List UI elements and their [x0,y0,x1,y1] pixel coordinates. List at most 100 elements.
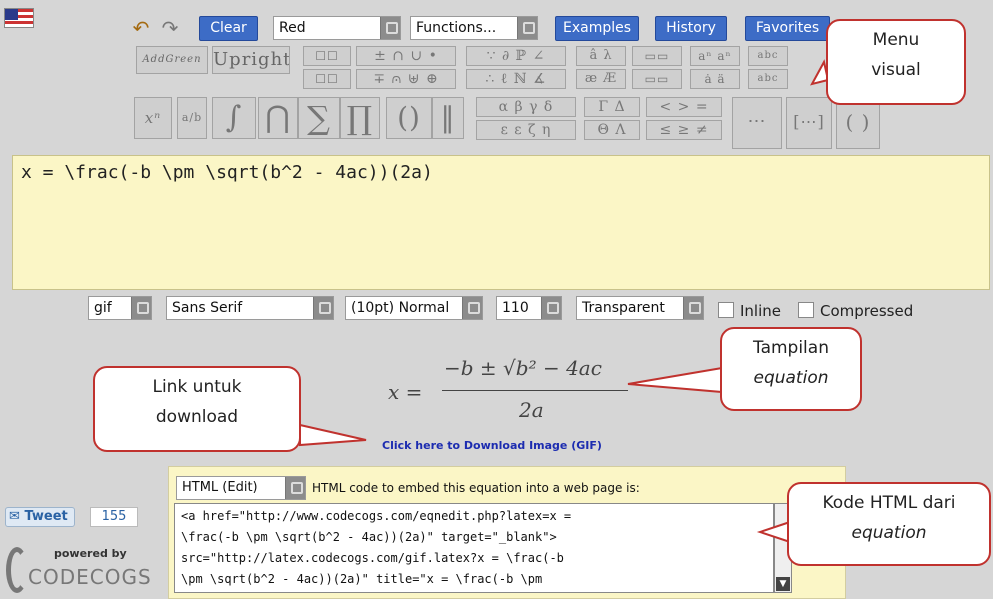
inline-checkbox[interactable] [718,302,734,318]
link-callout: Link untuk download [93,366,301,452]
menu-callout-line2: visual [871,60,921,80]
brackets-button[interactable]: () [386,97,432,139]
kode-callout-line1: Kode HTML dari [822,493,956,513]
bars-button[interactable]: ‖ [432,97,464,139]
twitter-bird-icon: ✉ [9,509,20,524]
greek-lower-row1[interactable]: α β γ δ [476,97,576,117]
kode-callout-line2: equation [851,523,927,543]
sum-button[interactable]: ∑ [298,97,340,139]
examples-button[interactable]: Examples [555,16,639,41]
layout-palette-row2[interactable]: ☐☐ [303,69,351,89]
codecogs-c-icon [6,547,28,593]
product-button[interactable]: ∏ [340,97,380,139]
chevron-down-icon [313,297,333,319]
compressed-label: Compressed [820,302,914,320]
history-button[interactable]: History [655,16,727,41]
tweet-button[interactable]: ✉ Tweet [5,507,75,527]
greek-lower-row2[interactable]: ε ε ζ η [476,120,576,140]
tweet-label: Tweet [24,509,68,524]
embed-type-select[interactable]: HTML (Edit) [176,476,306,500]
scroll-down-icon[interactable]: ▼ [776,577,790,591]
format-select[interactable]: gif [88,296,152,320]
misc-palette-row2[interactable]: ∴ ℓ ℕ ∡ [466,69,566,89]
embed-code-textarea[interactable]: <a href="http://www.codecogs.com/eqnedit… [174,503,774,593]
embed-caption: HTML code to embed this equation into a … [312,481,640,495]
accents-palette-row2[interactable]: æ Æ [576,69,626,89]
chevron-down-icon [683,297,703,319]
functions-select-value: Functions... [416,20,497,36]
dpi-select-value: 110 [502,300,529,316]
equation-numerator: −b ± √b² − 4ac [444,356,602,380]
equation-lhs: x = [388,380,423,404]
tampilan-callout-line1: Tampilan [753,338,829,358]
tampilan-callout: Tampilan equation [720,327,862,411]
functions-select[interactable]: Functions... [410,16,538,40]
boxes-palette-row1[interactable]: ▭▭ [632,46,682,66]
tampilan-callout-line2: equation [753,368,829,388]
relations-row1[interactable]: < > = [646,97,722,117]
latex-editor[interactable]: x = \frac(-b \pm \sqrt(b^2 - 4ac))(2a) [12,155,990,290]
color-select-value: Red [279,20,306,36]
font-select[interactable]: Sans Serif [166,296,334,320]
fraction-bar [442,390,628,391]
chevron-down-icon [131,297,151,319]
language-flag-icon[interactable] [4,8,34,28]
addgreen-button[interactable]: AddGreen [136,46,208,74]
layout-palette-row1[interactable]: ☐☐ [303,46,351,66]
size-select[interactable]: (10pt) Normal [345,296,483,320]
menu-callout-line1: Menu [872,30,920,50]
operators-palette-row2[interactable]: ∓ ⩀ ⊎ ⊕ [356,69,456,89]
code-line: src="http://latex.codecogs.com/gif.latex… [181,551,564,565]
code-line: \frac(-b \pm \sqrt(b^2 - 4ac))(2a)" targ… [181,530,557,544]
bracket-matrix-button[interactable]: [⋯] [786,97,832,149]
boxes-palette-row2[interactable]: ▭▭ [632,69,682,89]
size-select-value: (10pt) Normal [351,300,450,316]
integral-button[interactable]: ∫ [212,97,256,139]
background-select[interactable]: Transparent [576,296,704,320]
undo-icon[interactable]: ↶ [128,17,154,39]
favorites-button[interactable]: Favorites [745,16,830,41]
accents-palette-row1[interactable]: â λ [576,46,626,66]
link-callout-pointer [299,423,367,447]
kode-callout: Kode HTML dari equation [787,482,991,566]
embed-type-value: HTML (Edit) [182,480,258,495]
matrix-button[interactable]: ⋯ [732,97,782,149]
font-select-value: Sans Serif [172,300,243,316]
superscript-button[interactable]: xⁿ [134,97,172,139]
color-select[interactable]: Red [273,16,401,40]
format-select-value: gif [94,300,112,316]
inline-label: Inline [740,302,782,320]
upright-button[interactable]: Upright [212,46,290,74]
misc-palette-row1[interactable]: ∵ ∂ ℙ ∠ [466,46,566,66]
background-select-value: Transparent [582,300,665,316]
clear-button[interactable]: Clear [199,16,258,41]
fraction-button[interactable]: a/b [177,97,207,139]
codecogs-brand: CODECOGS [28,565,152,589]
chevron-down-icon [517,17,537,39]
chevron-down-icon [462,297,482,319]
text-palette-row1[interactable]: abc [748,46,788,66]
dpi-select[interactable]: 110 [496,296,562,320]
relations-row2[interactable]: ≤ ≥ ≠ [646,120,722,140]
text-palette-row2[interactable]: abc [748,69,788,89]
greek-upper-row1[interactable]: Γ Δ [584,97,640,117]
chevron-down-icon [380,17,400,39]
intersect-button[interactable]: ⋂ [258,97,298,139]
code-line: <a href="http://www.codecogs.com/eqnedit… [181,509,572,523]
download-link[interactable]: Click here to Download Image (GIF) [382,439,602,452]
compressed-checkbox[interactable] [798,302,814,318]
menu-callout: Menu visual [826,19,966,105]
chevron-down-icon [285,477,305,499]
superscript-palette-row1[interactable]: aⁿ aⁿ [690,46,740,66]
chevron-down-icon [541,297,561,319]
redo-icon[interactable]: ↷ [157,17,183,39]
tampilan-callout-pointer [627,366,723,394]
code-line: \pm \sqrt(b^2 - 4ac))(2a)" title="x = \f… [181,572,543,586]
greek-upper-row2[interactable]: Θ Λ [584,120,640,140]
operators-palette-row1[interactable]: ± ∩ ∪ • [356,46,456,66]
powered-by-text: powered by [54,547,127,560]
codecogs-logo[interactable]: powered by CODECOGS [6,545,152,597]
superscript-palette-row2[interactable]: ȧ ä [690,69,740,89]
equation-denominator: 2a [519,398,544,422]
link-callout-line1: Link untuk [152,377,242,397]
